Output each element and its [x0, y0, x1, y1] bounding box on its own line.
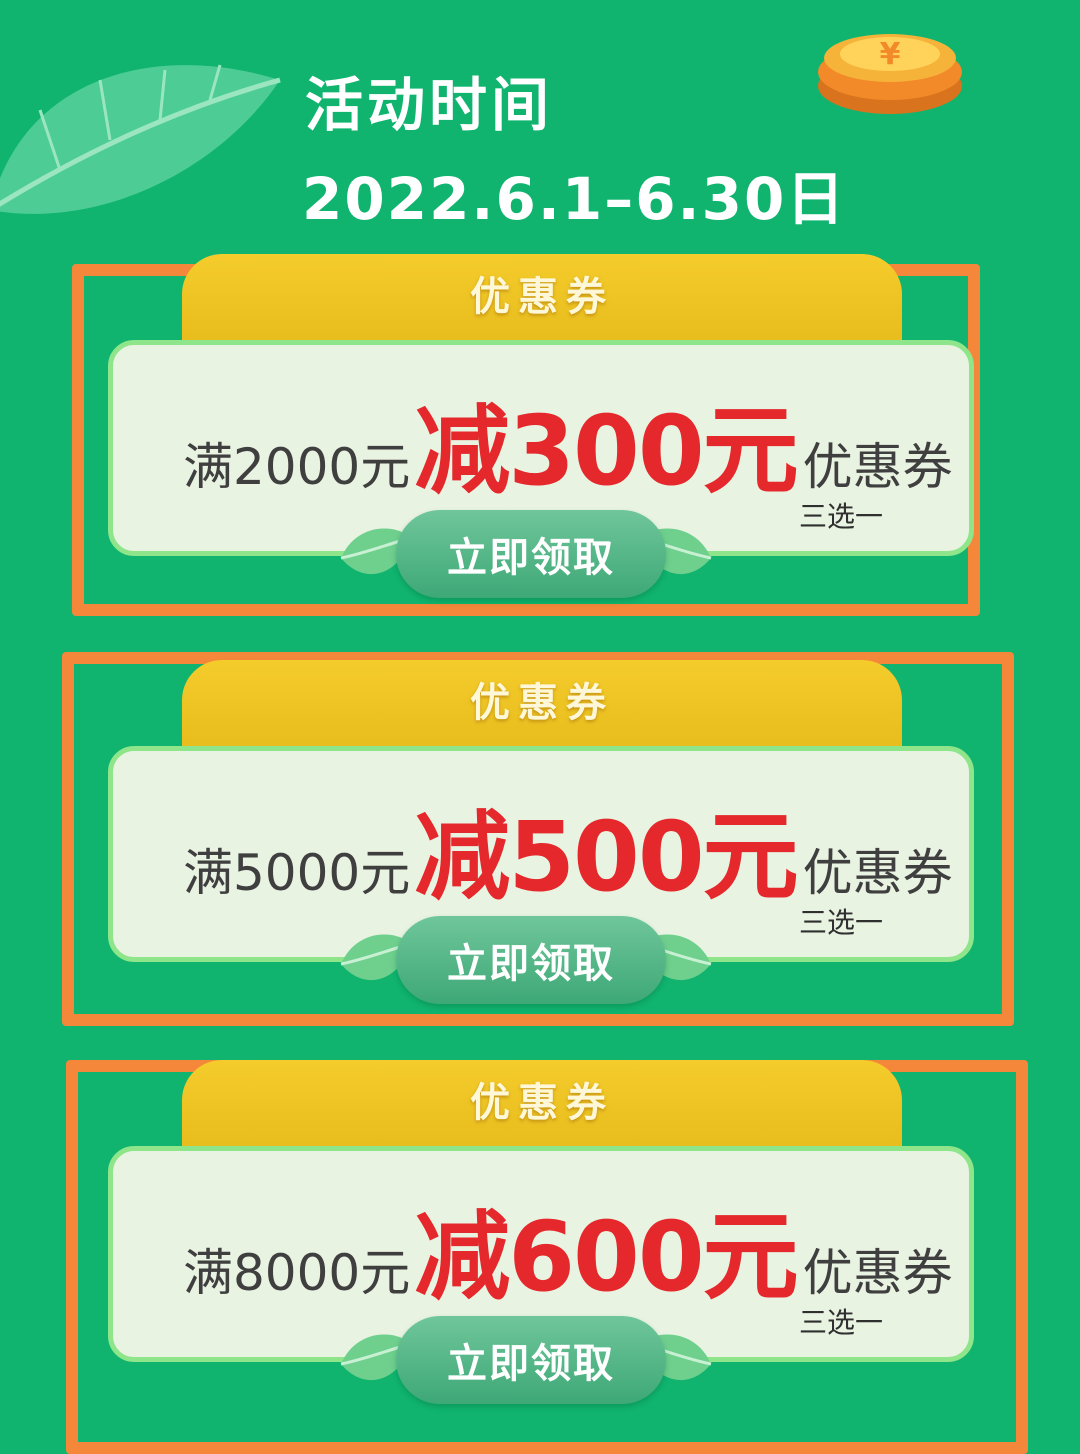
coupon-card-3: 优惠券 满8000元 减600元 优惠券 三选一 立即领取	[0, 1060, 1080, 1454]
coin-stack-icon: ¥	[818, 34, 962, 114]
coupon-tab-label: 优惠券	[470, 274, 614, 320]
offer-suffix: 优惠券	[802, 1244, 953, 1302]
claim-now-button[interactable]: 立即领取	[396, 510, 666, 598]
claim-now-button[interactable]: 立即领取	[396, 1316, 666, 1404]
coupon-card-1: 优惠券 满2000元 减300元 优惠券 三选一 立即领取	[0, 254, 1080, 624]
claim-area: 立即领取	[336, 1310, 716, 1410]
offer-line: 满8000元 减600元 优惠券	[183, 1179, 953, 1318]
choose-one-note: 三选一	[798, 1306, 883, 1339]
offer-threshold: 满2000元	[183, 438, 411, 496]
offer-line: 满2000元 减300元 优惠券	[183, 373, 953, 512]
offer-line: 满5000元 减500元 优惠券	[183, 779, 953, 918]
choose-one-note: 三选一	[798, 500, 883, 533]
offer-discount: 减300元	[414, 395, 798, 507]
coupon-card-2: 优惠券 满5000元 减500元 优惠券 三选一 立即领取	[0, 652, 1080, 1030]
leaf-icon	[0, 64, 281, 214]
offer-suffix: 优惠券	[802, 438, 953, 496]
claim-now-button[interactable]: 立即领取	[396, 916, 666, 1004]
event-time-title: 活动时间	[305, 71, 554, 139]
choose-one-note: 三选一	[798, 906, 883, 939]
coupon-tab-label: 优惠券	[470, 680, 614, 726]
svg-text:¥: ¥	[880, 37, 901, 72]
claim-area: 立即领取	[336, 910, 716, 1010]
offer-discount: 减500元	[414, 801, 798, 913]
claim-area: 立即领取	[336, 504, 716, 604]
coupon-tab-label: 优惠券	[470, 1080, 614, 1126]
offer-threshold: 满8000元	[183, 1244, 411, 1302]
offer-discount: 减600元	[414, 1201, 798, 1313]
event-dates: 2022.6.1–6.30日	[302, 165, 847, 233]
offer-threshold: 满5000元	[183, 844, 411, 902]
offer-suffix: 优惠券	[802, 844, 953, 902]
